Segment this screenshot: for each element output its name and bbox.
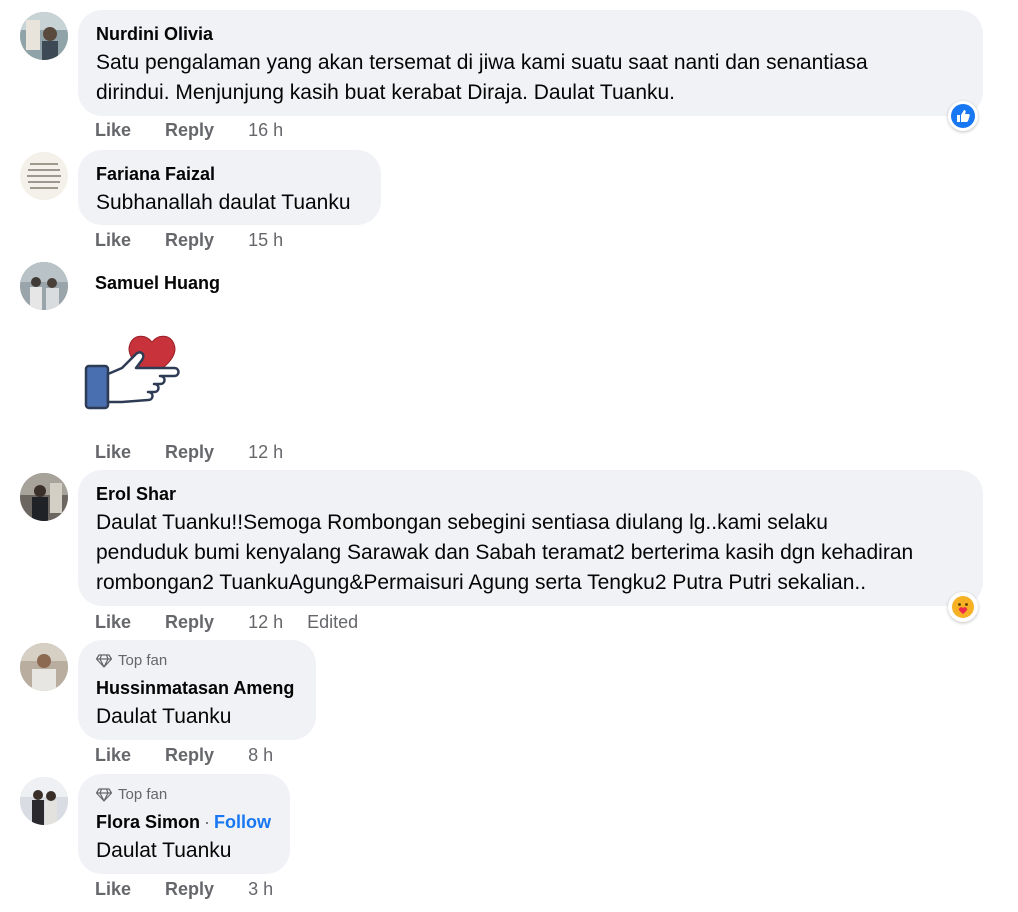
comment-bubble: Top fan Hussinmatasan Ameng Daulat Tuank… [78, 640, 316, 740]
reply-button[interactable]: Reply [165, 118, 214, 142]
comment-actions: Like Reply 8 h [95, 743, 297, 767]
comment-text-line: Daulat Tuanku!!Semoga Rombongan sebegini… [96, 511, 828, 534]
avatar[interactable] [20, 777, 68, 825]
like-button[interactable]: Like [95, 228, 131, 252]
avatar[interactable] [20, 643, 68, 691]
diamond-icon [96, 788, 112, 802]
comment-text: Daulat Tuanku [96, 705, 232, 728]
comment-bubble: Fariana Faizal Subhanallah daulat Tuanku [78, 150, 381, 225]
like-button[interactable]: Like [95, 610, 131, 634]
avatar[interactable] [20, 473, 68, 521]
comment-text: Daulat Tuanku!!Semoga Rombongan sebegini… [96, 508, 965, 598]
reply-button[interactable]: Reply [165, 610, 214, 634]
comment-bubble: Top fan Flora Simon · Follow Daulat Tuanku [78, 774, 290, 874]
comment-actions: Like Reply 16 h [95, 118, 307, 142]
comment-bubble: Erol Shar Daulat Tuanku!!Semoga Rombonga… [78, 470, 983, 606]
avatar[interactable] [20, 262, 68, 310]
comment-text-line: Satu pengalaman yang akan tersemat di ji… [96, 51, 868, 74]
comment-timestamp[interactable]: 8 h [248, 743, 273, 767]
comment-actions: Like Reply 12 h [95, 440, 307, 464]
comment-text: Daulat Tuanku [96, 839, 232, 862]
reply-button[interactable]: Reply [165, 877, 214, 901]
avatar[interactable] [20, 152, 68, 200]
clipped-content [100, 0, 200, 2]
comment-author[interactable]: Erol Shar [96, 482, 965, 506]
comment-timestamp[interactable]: 16 h [248, 118, 283, 142]
reply-button[interactable]: Reply [165, 743, 214, 767]
diamond-icon [96, 654, 112, 668]
comment-timestamp[interactable]: 12 h [248, 440, 283, 464]
separator-dot: · [204, 812, 211, 832]
top-fan-label: Top fan [118, 786, 168, 803]
comment-author[interactable]: Flora Simon [96, 812, 200, 832]
comment-author[interactable]: Fariana Faizal [96, 162, 363, 186]
comment-actions: Like Reply 12 h Edited [95, 610, 358, 634]
comment-timestamp[interactable]: 12 h [248, 610, 283, 634]
care-reaction-icon[interactable] [948, 592, 978, 622]
reply-button[interactable]: Reply [165, 440, 214, 464]
comment-bubble: Nurdini Olivia Satu pengalaman yang akan… [78, 10, 983, 116]
hand-giving-heart-sticker[interactable] [82, 330, 194, 414]
follow-button[interactable]: Follow [214, 812, 271, 832]
comment-actions: Like Reply 3 h [95, 877, 297, 901]
like-button[interactable]: Like [95, 440, 131, 464]
top-fan-label: Top fan [118, 652, 168, 669]
like-reaction-icon[interactable] [948, 101, 978, 131]
avatar[interactable] [20, 12, 68, 60]
like-button[interactable]: Like [95, 118, 131, 142]
comment-author[interactable]: Nurdini Olivia [96, 22, 965, 46]
edited-label[interactable]: Edited [307, 610, 358, 634]
comment-text-line: penduduk bumi kenyalang Sarawak dan Saba… [96, 541, 914, 564]
comment-author[interactable]: Hussinmatasan Ameng [96, 676, 298, 700]
comment-timestamp[interactable]: 15 h [248, 228, 283, 252]
comment-author[interactable]: Samuel Huang [95, 271, 220, 295]
comment-text: Subhanallah daulat Tuanku [96, 191, 351, 214]
reply-button[interactable]: Reply [165, 228, 214, 252]
comment-timestamp[interactable]: 3 h [248, 877, 273, 901]
comment-text: Satu pengalaman yang akan tersemat di ji… [96, 48, 965, 108]
comment-actions: Like Reply 15 h [95, 228, 307, 252]
comment-author-row: Flora Simon · Follow [96, 810, 272, 834]
like-button[interactable]: Like [95, 877, 131, 901]
top-fan-badge[interactable]: Top fan [96, 786, 272, 804]
like-button[interactable]: Like [95, 743, 131, 767]
comment-text-line: dirindui. Menjunjung kasih buat kerabat … [96, 81, 676, 104]
top-fan-badge[interactable]: Top fan [96, 652, 298, 670]
comment-text-line: rombongan2 TuankuAgung&Permaisuri Agung … [96, 571, 867, 594]
